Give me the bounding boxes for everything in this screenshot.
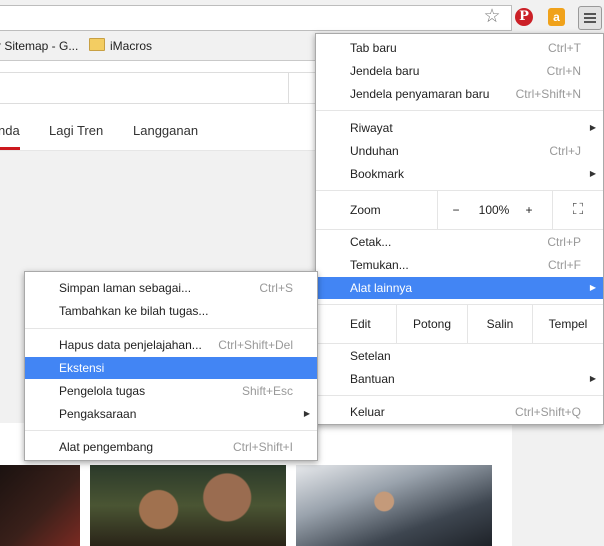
tab-langganan[interactable]: Langganan bbox=[133, 123, 198, 138]
menu-item-bookmark[interactable]: Bookmark ▶ bbox=[316, 163, 603, 185]
tab-beranda[interactable]: nda bbox=[0, 123, 20, 150]
submenu-item-tambahkan[interactable]: Tambahkan ke bilah tugas... bbox=[25, 300, 317, 322]
menu-item-label: Pengaksaraan bbox=[59, 407, 137, 421]
bookmark-sitemap[interactable]: r Sitemap - G... bbox=[0, 39, 78, 53]
menu-item-shortcut: Ctrl+Shift+Q bbox=[514, 405, 581, 419]
menu-item-label: Bantuan bbox=[350, 372, 395, 386]
menu-item-unduhan[interactable]: Unduhan Ctrl+J bbox=[316, 140, 603, 162]
page-side-area bbox=[512, 423, 604, 546]
submenu-item-simpan[interactable]: Simpan laman sebagai... Ctrl+S bbox=[25, 277, 317, 299]
menu-item-label: Tab baru bbox=[350, 41, 397, 55]
menu-item-cetak[interactable]: Cetak... Ctrl+P bbox=[316, 231, 603, 253]
zoom-row: Zoom − 100% + ⛶ bbox=[316, 191, 603, 229]
bookmark-imacros[interactable]: iMacros bbox=[110, 39, 152, 53]
submenu-arrow-icon: ▶ bbox=[589, 283, 596, 292]
cut-button[interactable]: Potong bbox=[397, 305, 467, 343]
menu-item-label: Jendela penyamaran baru bbox=[350, 87, 490, 101]
menu-item-label: Pengelola tugas bbox=[59, 384, 146, 398]
hamburger-icon-line bbox=[584, 17, 596, 19]
menu-item-label: Riwayat bbox=[350, 121, 393, 135]
alat-lainnya-submenu: Simpan laman sebagai... Ctrl+S Tambahkan… bbox=[24, 271, 318, 461]
menu-item-label: Hapus data penjelajahan... bbox=[59, 338, 202, 352]
fullscreen-icon[interactable]: ⛶ bbox=[553, 191, 603, 229]
submenu-arrow-icon: ▶ bbox=[303, 409, 310, 418]
menu-item-label: Alat lainnya bbox=[350, 281, 413, 295]
menu-item-label: Bookmark bbox=[350, 167, 405, 181]
copy-button[interactable]: Salin bbox=[468, 305, 532, 343]
menu-separator bbox=[316, 343, 603, 344]
search-divider bbox=[288, 73, 289, 103]
submenu-item-ekstensi[interactable]: Ekstensi bbox=[25, 357, 317, 379]
menu-item-bantuan[interactable]: Bantuan ▶ bbox=[316, 368, 603, 390]
menu-item-shortcut: Shift+Esc bbox=[241, 384, 293, 398]
submenu-item-hapus-data[interactable]: Hapus data penjelajahan... Ctrl+Shift+De… bbox=[25, 334, 317, 356]
menu-item-jendela-penyamaran[interactable]: Jendela penyamaran baru Ctrl+Shift+N bbox=[316, 83, 603, 105]
menu-item-shortcut: Ctrl+F bbox=[548, 258, 581, 272]
bookmark-star-icon[interactable]: ☆ bbox=[482, 7, 502, 27]
menu-item-label: Keluar bbox=[350, 405, 385, 419]
menu-separator bbox=[25, 328, 317, 329]
menu-item-shortcut: Ctrl+Shift+N bbox=[515, 87, 581, 101]
menu-item-alat-lainnya[interactable]: Alat lainnya ▶ bbox=[316, 277, 603, 299]
menu-item-setelan[interactable]: Setelan bbox=[316, 345, 603, 367]
zoom-in-button[interactable]: + bbox=[514, 191, 544, 229]
edit-label: Edit bbox=[350, 317, 371, 331]
menu-separator bbox=[316, 110, 603, 111]
hamburger-icon-line bbox=[584, 13, 596, 15]
menu-item-shortcut: Ctrl+J bbox=[549, 144, 581, 158]
menu-item-riwayat[interactable]: Riwayat ▶ bbox=[316, 117, 603, 139]
submenu-item-pengelola-tugas[interactable]: Pengelola tugas Shift+Esc bbox=[25, 380, 317, 402]
menu-item-shortcut: Ctrl+Shift+I bbox=[232, 440, 293, 454]
menu-item-label: Unduhan bbox=[350, 144, 399, 158]
menu-separator bbox=[25, 430, 317, 431]
hamburger-icon-line bbox=[584, 21, 596, 23]
zoom-label: Zoom bbox=[350, 203, 381, 217]
menu-item-label: Setelan bbox=[350, 349, 391, 363]
menu-item-temukan[interactable]: Temukan... Ctrl+F bbox=[316, 254, 603, 276]
amazon-extension-icon[interactable]: a bbox=[548, 8, 565, 26]
pinterest-extension-icon[interactable]: P bbox=[515, 8, 533, 26]
submenu-item-alat-pengembang[interactable]: Alat pengembang Ctrl+Shift+I bbox=[25, 436, 317, 458]
menu-item-shortcut: Ctrl+Shift+Del bbox=[218, 338, 293, 352]
menu-separator bbox=[316, 395, 603, 396]
menu-item-label: Simpan laman sebagai... bbox=[59, 281, 192, 295]
submenu-arrow-icon: ▶ bbox=[589, 169, 596, 178]
zoom-out-button[interactable]: − bbox=[438, 191, 474, 229]
submenu-item-pengaksaraan[interactable]: Pengaksaraan ▶ bbox=[25, 403, 317, 425]
menu-item-label: Alat pengembang bbox=[59, 440, 154, 454]
menu-item-label: Jendela baru bbox=[350, 64, 420, 78]
menu-item-shortcut: Ctrl+T bbox=[548, 41, 581, 55]
video-thumbnail[interactable] bbox=[90, 465, 286, 546]
tab-lagi-tren[interactable]: Lagi Tren bbox=[49, 123, 103, 138]
chrome-menu-button[interactable] bbox=[578, 6, 602, 30]
menu-item-label: Temukan... bbox=[350, 258, 409, 272]
address-bar[interactable] bbox=[0, 5, 512, 31]
menu-item-label: Tambahkan ke bilah tugas... bbox=[59, 304, 209, 318]
menu-item-jendela-baru[interactable]: Jendela baru Ctrl+N bbox=[316, 60, 603, 82]
menu-item-keluar[interactable]: Keluar Ctrl+Shift+Q bbox=[316, 401, 603, 423]
menu-item-shortcut: Ctrl+N bbox=[546, 64, 581, 78]
chrome-main-menu: Tab baru Ctrl+T Jendela baru Ctrl+N Jend… bbox=[315, 33, 604, 425]
menu-item-label: Cetak... bbox=[350, 235, 392, 249]
menu-item-shortcut: Ctrl+S bbox=[259, 281, 293, 295]
zoom-level: 100% bbox=[478, 203, 510, 217]
menu-separator bbox=[316, 229, 603, 230]
edit-row: Edit Potong Salin Tempel bbox=[316, 305, 603, 343]
submenu-arrow-icon: ▶ bbox=[589, 123, 596, 132]
folder-icon bbox=[89, 38, 105, 51]
menu-item-label: Ekstensi bbox=[59, 361, 105, 375]
paste-button[interactable]: Tempel bbox=[533, 305, 603, 343]
submenu-arrow-icon: ▶ bbox=[589, 374, 596, 383]
video-thumbnail[interactable] bbox=[0, 465, 80, 546]
video-thumbnail[interactable] bbox=[296, 465, 492, 546]
menu-item-shortcut: Ctrl+P bbox=[547, 235, 581, 249]
menu-item-tab-baru[interactable]: Tab baru Ctrl+T bbox=[316, 37, 603, 59]
